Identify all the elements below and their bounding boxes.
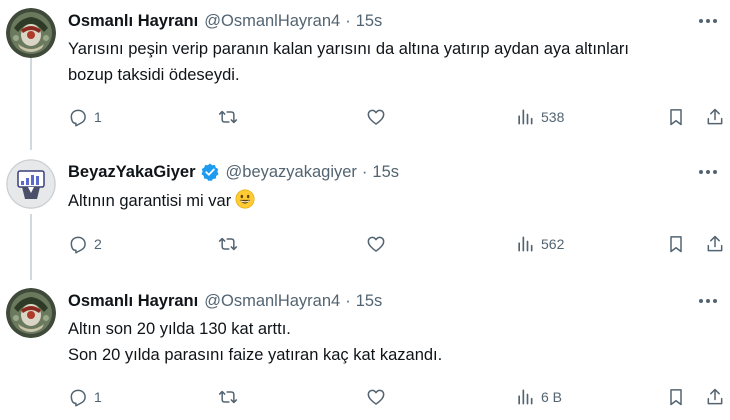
grinning-face-emoji xyxy=(235,189,255,217)
retweet-button[interactable] xyxy=(218,385,244,409)
share-button[interactable] xyxy=(705,105,725,129)
views-button[interactable]: 6 B xyxy=(515,385,562,409)
action-bar: 1 6 B xyxy=(68,385,728,409)
retweet-icon xyxy=(218,390,238,404)
timestamp[interactable]: 15s xyxy=(356,292,383,311)
user-handle[interactable]: @OsmanlHayran4 xyxy=(204,12,340,31)
tweet[interactable]: Osmanlı Hayranı @OsmanlHayran4 · 15s Alt… xyxy=(0,288,730,420)
views-chart-icon xyxy=(518,236,533,252)
bookmark-icon xyxy=(670,236,682,253)
reply-count: 2 xyxy=(94,236,102,252)
view-count: 6 B xyxy=(541,389,563,405)
tweet-text-line: bozup taksidi ödeseydi. xyxy=(68,66,240,84)
tweet-text-line: Altının garantisi mi var xyxy=(68,188,718,217)
tweet-text: Altın son 20 yılda 130 kat arttı. Son 20… xyxy=(68,316,718,368)
share-icon xyxy=(707,235,723,252)
bookmark-icon xyxy=(670,389,682,406)
views-button[interactable]: 562 xyxy=(515,232,564,256)
reply-button[interactable]: 1 xyxy=(68,105,102,129)
retweet-button[interactable] xyxy=(218,232,244,256)
tweet-header: Osmanlı Hayranı @OsmanlHayran4 · 15s xyxy=(68,8,382,34)
avatar[interactable] xyxy=(6,159,56,209)
separator-dot: · xyxy=(361,162,368,181)
reply-icon xyxy=(70,389,86,407)
share-button[interactable] xyxy=(705,232,725,256)
like-button[interactable] xyxy=(366,105,392,129)
tweet-text-line: Yarısını peşin verip paranın kalan yarıs… xyxy=(68,40,630,58)
heart-icon xyxy=(367,389,385,405)
tweet-header: Osmanlı Hayranı @OsmanlHayran4 · 15s xyxy=(68,288,382,314)
tweet[interactable]: BeyazYakaGiyer @beyazyakagiyer · 15s Alt… xyxy=(0,159,730,279)
separator-dot: · xyxy=(345,11,351,30)
display-name[interactable]: Osmanlı Hayranı xyxy=(68,12,198,31)
heart-icon xyxy=(367,236,385,252)
display-name[interactable]: BeyazYakaGiyer xyxy=(68,163,196,182)
like-button[interactable] xyxy=(366,385,392,409)
user-handle[interactable]: @OsmanlHayran4 xyxy=(204,292,340,311)
more-options-icon[interactable] xyxy=(696,294,720,308)
bookmark-icon xyxy=(670,109,682,126)
timestamp[interactable]: 15s xyxy=(356,12,383,31)
share-button[interactable] xyxy=(705,385,725,409)
retweet-button[interactable] xyxy=(218,105,244,129)
tweet-text: Altının garantisi mi var xyxy=(68,188,718,217)
tweet-text-line: Altın son 20 yılda 130 kat arttı. xyxy=(68,320,291,338)
reply-count: 1 xyxy=(94,389,102,405)
view-count: 538 xyxy=(541,109,565,125)
bookmark-button[interactable] xyxy=(666,385,686,409)
display-name[interactable]: Osmanlı Hayranı xyxy=(68,292,198,311)
reply-icon xyxy=(70,236,86,254)
more-options-icon[interactable] xyxy=(696,165,720,179)
tweet[interactable]: Osmanlı Hayranı @OsmanlHayran4 · 15s Yar… xyxy=(0,8,730,148)
action-bar: 1 538 xyxy=(68,105,728,129)
view-count: 562 xyxy=(541,236,565,252)
bookmark-button[interactable] xyxy=(666,105,686,129)
views-button[interactable]: 538 xyxy=(515,105,564,129)
like-button[interactable] xyxy=(366,232,392,256)
separator-dot: · xyxy=(345,291,351,310)
share-icon xyxy=(707,388,723,405)
retweet-icon xyxy=(218,237,238,251)
tweet-text-line: Son 20 yılda parasını faize yatıran kaç … xyxy=(68,346,443,364)
tweet-header: BeyazYakaGiyer @beyazyakagiyer · 15s xyxy=(68,159,399,185)
reply-count: 1 xyxy=(94,109,102,125)
timestamp[interactable]: 15s xyxy=(372,163,399,182)
heart-icon xyxy=(367,109,385,125)
avatar[interactable] xyxy=(6,288,56,338)
views-chart-icon xyxy=(518,109,533,125)
reply-icon xyxy=(70,109,86,127)
more-options-icon[interactable] xyxy=(696,14,720,28)
user-handle[interactable]: @beyazyakagiyer xyxy=(226,163,357,182)
reply-button[interactable]: 2 xyxy=(68,232,102,256)
bookmark-button[interactable] xyxy=(666,232,686,256)
reply-button[interactable]: 1 xyxy=(68,385,102,409)
action-bar: 2 562 xyxy=(68,232,728,256)
verified-badge-icon[interactable] xyxy=(200,162,220,182)
tweet-text: Yarısını peşin verip paranın kalan yarıs… xyxy=(68,36,718,88)
avatar[interactable] xyxy=(6,8,56,58)
retweet-icon xyxy=(218,110,238,124)
views-chart-icon xyxy=(518,389,533,405)
share-icon xyxy=(707,108,723,125)
